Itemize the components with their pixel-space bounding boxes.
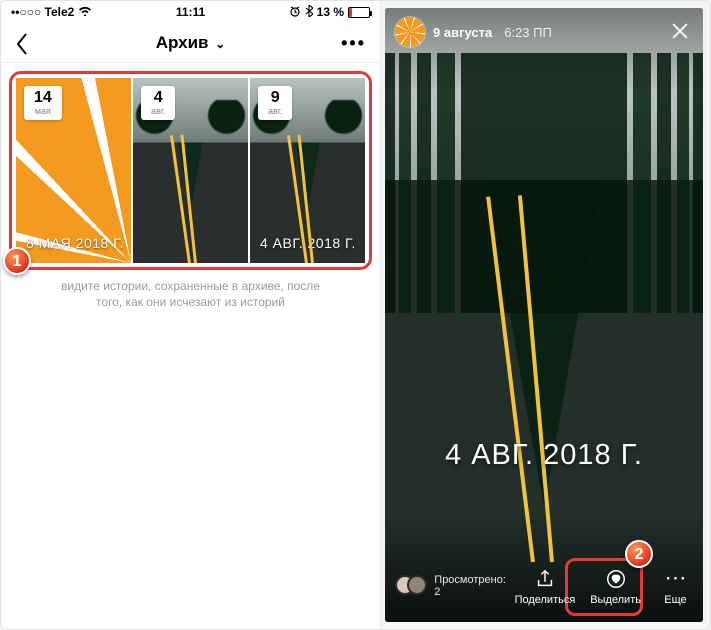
share-icon	[534, 568, 556, 590]
story-header: 9 августа 6:23 ПП	[385, 8, 703, 56]
archive-screen: ••○○○ Tele2 11:11 13 %	[1, 1, 381, 629]
composite-screenshot: ••○○○ Tele2 11:11 13 %	[0, 0, 711, 630]
archive-title-text: Архив	[156, 33, 209, 52]
status-bar: ••○○○ Tele2 11:11 13 %	[1, 1, 380, 23]
signal-dots-icon: ••○○○	[11, 5, 41, 19]
date-day: 14	[34, 90, 52, 106]
date-month: мая	[34, 106, 52, 117]
archive-title-dropdown[interactable]: Архив ⌄	[156, 33, 226, 52]
close-button[interactable]	[667, 18, 693, 44]
tile-stamp: 8 МАЯ 2018 Г.	[26, 235, 124, 251]
avatar[interactable]	[395, 17, 425, 47]
battery-icon	[348, 7, 370, 18]
share-button[interactable]: Поделиться	[511, 566, 580, 606]
more-label: Еще	[664, 594, 686, 606]
date-badge: 14 мая	[24, 86, 62, 120]
archive-tile[interactable]: 4 авг.	[133, 78, 248, 263]
heart-circle-icon	[605, 568, 627, 590]
date-month: авг.	[151, 106, 165, 117]
back-button[interactable]	[15, 31, 29, 55]
status-left: ••○○○ Tele2	[11, 5, 92, 19]
viewer-avatars-icon	[395, 575, 426, 597]
status-time: 11:11	[176, 5, 205, 19]
highlight-label: Выделить	[590, 594, 641, 606]
bluetooth-icon	[305, 5, 313, 20]
highlight-button[interactable]: Выделить	[581, 566, 650, 606]
date-month: авг.	[268, 106, 282, 117]
date-day: 4	[151, 90, 165, 106]
story-toolbar: Просмотрено: 2 Поделиться Выделить ⋯ Еще	[385, 552, 703, 622]
status-right: 13 %	[289, 5, 370, 20]
story-date: 9 августа	[433, 25, 492, 40]
carrier-label: Tele2	[45, 5, 75, 19]
battery-text: 13 %	[317, 5, 344, 19]
archive-grid: 14 мая 8 МАЯ 2018 Г. 4 авг. 9	[16, 78, 365, 263]
story-image	[385, 8, 703, 622]
story-viewer[interactable]: 9 августа 6:23 ПП 4 АВГ. 2018 Г. Просмот…	[385, 8, 703, 622]
share-label: Поделиться	[515, 594, 576, 606]
callout-2: 2	[625, 540, 653, 568]
callout-1: 1	[3, 247, 31, 275]
alarm-icon	[289, 5, 301, 20]
options-button[interactable]: •••	[341, 23, 366, 63]
more-icon: ⋯	[664, 568, 686, 590]
viewers-button[interactable]: Просмотрено: 2	[389, 574, 509, 598]
viewers-label: Просмотрено: 2	[434, 574, 508, 598]
more-button[interactable]: ⋯ Еще	[652, 566, 699, 606]
archive-header: Архив ⌄ •••	[1, 23, 380, 63]
chevron-down-icon: ⌄	[215, 37, 225, 51]
date-day: 9	[268, 90, 282, 106]
date-badge: 4 авг.	[141, 86, 175, 120]
archive-tile[interactable]: 9 авг. 4 АВГ. 2018 Г.	[250, 78, 365, 263]
tile-stamp: 4 АВГ. 2018 Г.	[260, 235, 356, 251]
story-time: 6:23 ПП	[504, 25, 552, 40]
wifi-icon	[78, 5, 92, 19]
story-caption: 4 АВГ. 2018 Г.	[385, 439, 703, 472]
date-badge: 9 авг.	[258, 86, 292, 120]
archive-tile[interactable]: 14 мая 8 МАЯ 2018 Г.	[16, 78, 131, 263]
archive-help-text: видите истории, сохраненные в архиве, по…	[1, 278, 380, 310]
archive-grid-highlight: 14 мая 8 МАЯ 2018 Г. 4 авг. 9	[9, 71, 372, 270]
